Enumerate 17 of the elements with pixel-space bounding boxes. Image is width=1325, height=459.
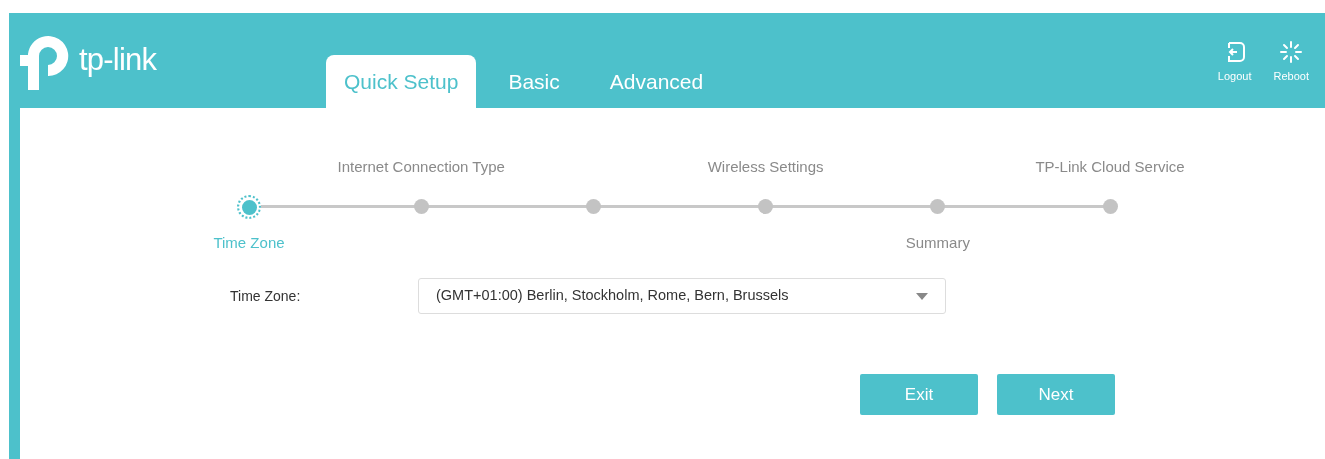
time-zone-select[interactable]: (GMT+01:00) Berlin, Stockholm, Rome, Bern, Brussels	[418, 278, 946, 314]
logout-button[interactable]: Logout	[1217, 41, 1252, 85]
spinner-icon	[1280, 41, 1303, 63]
step-label: TP-Link Cloud Service	[1035, 157, 1185, 177]
step-label: Wireless Settings	[707, 157, 824, 177]
reboot-button[interactable]: Reboot	[1273, 41, 1309, 85]
caret-icon	[916, 292, 928, 300]
brand-name: tp-link	[79, 40, 157, 79]
step-label: Internet Connection Type	[337, 157, 505, 177]
field-label: Time Zone:	[230, 286, 302, 306]
step-label: Time Zone	[213, 233, 285, 253]
nav-tab[interactable]: Advanced	[591, 55, 722, 108]
nav-tab[interactable]: Basic	[490, 55, 578, 108]
exit-button[interactable]: Exit	[860, 374, 978, 415]
step-label: Summary	[905, 233, 970, 253]
nav-tab[interactable]: Quick Setup	[326, 55, 477, 108]
next-button[interactable]: Next	[997, 374, 1115, 415]
